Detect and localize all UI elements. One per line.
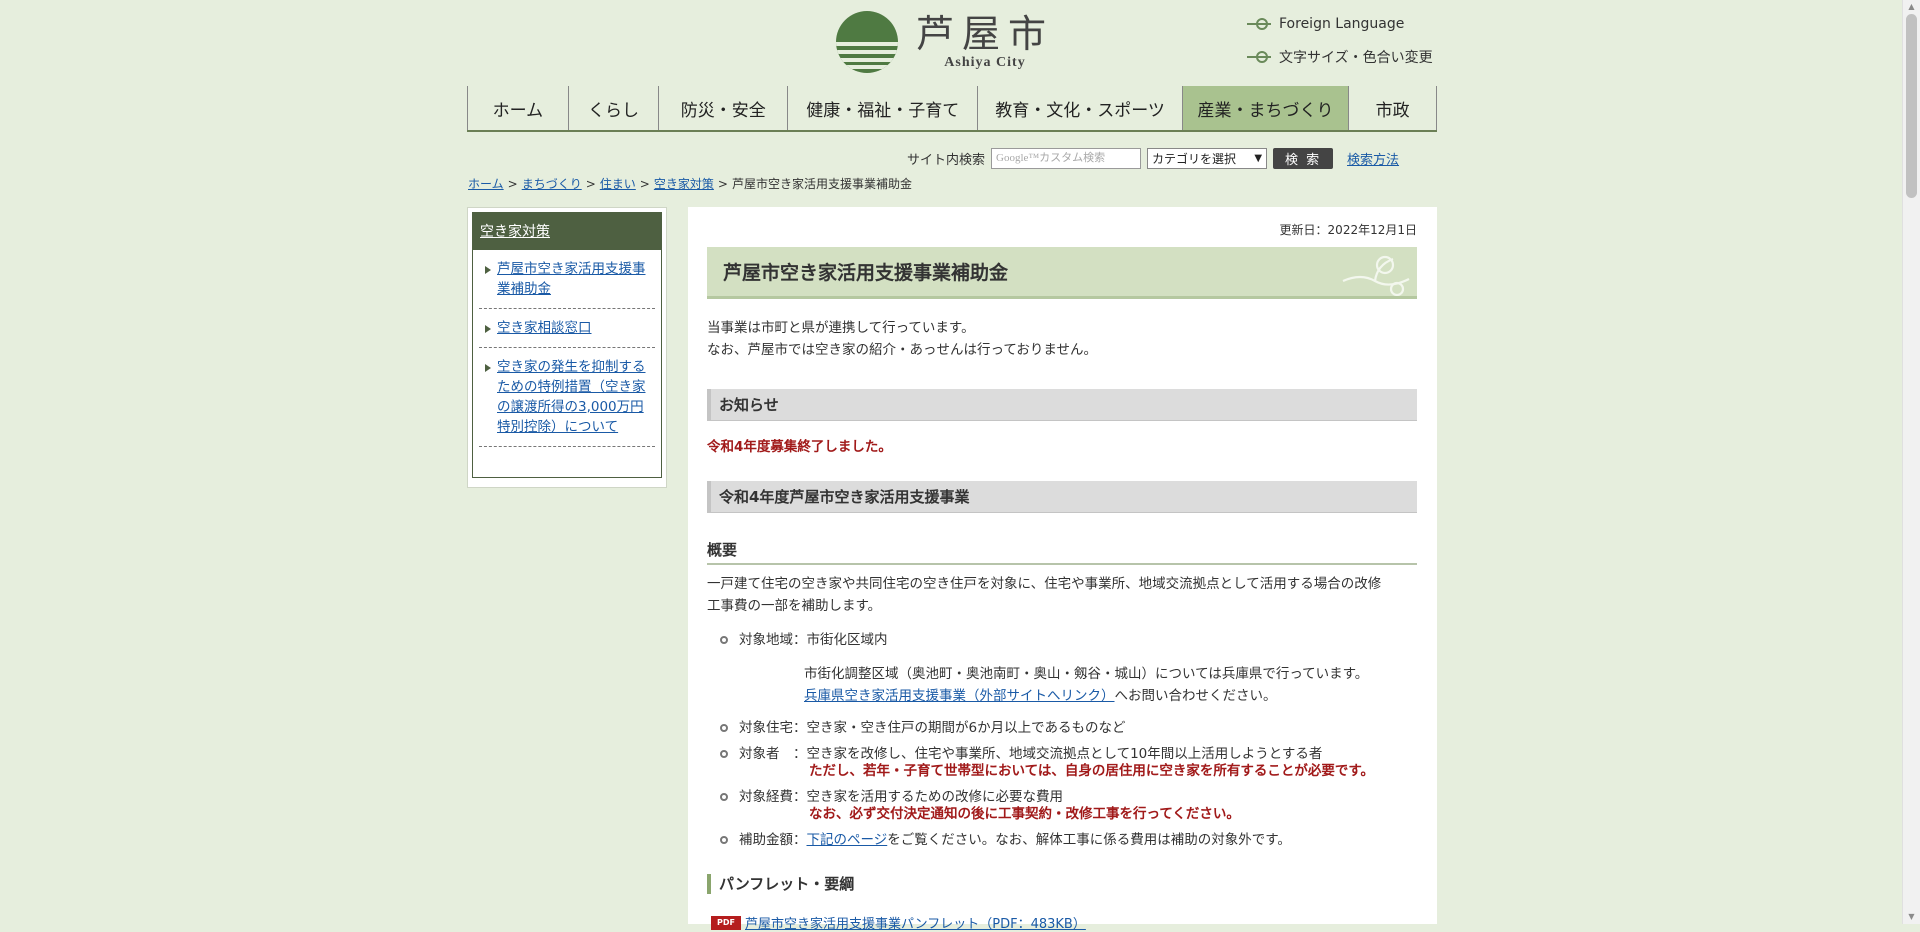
logo-japanese: 芦屋市 (916, 12, 1055, 56)
scroll-down-arrow-icon[interactable]: ▼ (1903, 910, 1920, 924)
pamphlet-link-text[interactable]: 芦屋市空き家活用支援事業パンフレット（PDF：483KB） (745, 913, 1086, 932)
sidebar-item-consultation-link[interactable]: 空き家相談窓口 (497, 320, 592, 336)
breadcrumb: ホーム > まちづくり > 住まい > 空き家対策 > 芦屋市空き家活用支援事業補助金 (468, 177, 912, 191)
section-heading: 令和4年度芦屋市空き家活用支援事業 (707, 481, 1417, 513)
search-label: サイト内検索 (907, 153, 986, 168)
updated-date: 更新日：2022年12月1日 (1279, 223, 1417, 237)
search-help-link[interactable]: 検索方法 (1347, 149, 1399, 168)
search-button[interactable]: 検 索 (1273, 148, 1334, 169)
text-size-label: 文字サイズ・色合い変更 (1279, 50, 1433, 66)
amount-prefix: 補助金額： (739, 832, 807, 848)
notice-text: 令和4年度募集終了しました。 (707, 439, 892, 455)
nav-health[interactable]: 健康・福祉・子育て (787, 86, 977, 130)
sidebar: 空き家対策 芦屋市空き家活用支援事業補助金 空き家相談窓口 空き家の発生を抑制す… (467, 207, 667, 488)
sidebar-item-consultation: 空き家相談窓口 (479, 309, 655, 348)
leaf-bullet-icon (1247, 17, 1271, 31)
scrollbar-thumb[interactable] (1906, 14, 1917, 198)
list-item-amount: 補助金額：下記のページをご覧ください。なお、解体工事に係る費用は補助の対象外です… (720, 832, 1291, 849)
breadcrumb-housing[interactable]: 住まい (600, 177, 636, 191)
nav-living[interactable]: くらし (567, 86, 659, 130)
sidebar-title: 空き家対策 (472, 212, 662, 250)
site-logo[interactable]: 芦屋市 Ashiya City (836, 10, 1054, 74)
logo-english: Ashiya City (944, 55, 1026, 70)
chevron-down-icon: ▼ (1254, 153, 1263, 164)
amount-link[interactable]: 下記のページ (807, 832, 888, 848)
area-label: 対象地域：市街化区域内 (739, 632, 888, 648)
sidebar-item-subsidy-link[interactable]: 芦屋市空き家活用支援事業補助金 (497, 261, 646, 297)
nav-home[interactable]: ホーム (467, 86, 568, 130)
list-item-housing: 対象住宅：空き家・空き住戸の期間が6か月以上であるものなど (720, 720, 1125, 737)
category-select[interactable]: カテゴリを選択 ▼ (1147, 148, 1268, 169)
pamphlet-pdf-link[interactable]: PDF 芦屋市空き家活用支援事業パンフレット（PDF：483KB） (711, 913, 1086, 932)
breadcrumb-home[interactable]: ホーム (468, 177, 504, 191)
nav-industry[interactable]: 産業・まちづくり (1181, 86, 1349, 130)
sidebar-item-subsidy: 芦屋市空き家活用支援事業補助金 (479, 250, 655, 309)
text-size-color-link[interactable]: 文字サイズ・色合い変更 (1247, 47, 1433, 67)
notice-heading: お知らせ (707, 389, 1417, 421)
sidebar-item-tax-deduction: 空き家の発生を抑制するための特例措置（空き家の譲渡所得の3,000万円特別控除）… (479, 348, 655, 447)
overview-line-1: 一戸建て住宅の空き家や共同住宅の空き住戸を対象に、住宅や事業所、地域交流拠点とし… (707, 576, 1382, 592)
area-note: 市街化調整区域（奥池町・奥池南町・奥山・剱谷・城山）については兵庫県で行っていま… (804, 663, 1368, 707)
leaf-bullet-icon (1247, 50, 1271, 64)
overview-line-2: 工事費の一部を補助します。 (707, 598, 882, 614)
foreign-language-label: Foreign Language (1279, 16, 1405, 32)
intro-line-1: 当事業は市町と県が連携して行っています。 (707, 320, 975, 336)
city-emblem-icon (836, 11, 898, 73)
intro-text: 当事業は市町と県が連携して行っています。 なお、芦屋市では空き家の紹介・あっせん… (707, 317, 1097, 361)
list-item-area: 対象地域：市街化区域内 (720, 632, 888, 649)
nav-safety[interactable]: 防災・安全 (658, 86, 787, 130)
page-title: 芦屋市空き家活用支援事業補助金 (707, 247, 1417, 299)
pamphlet-heading: パンフレット・要綱 (707, 874, 854, 894)
global-nav: ホーム くらし 防災・安全 健康・福祉・子育て 教育・文化・スポーツ 産業・まち… (467, 86, 1437, 132)
breadcrumb-vacant-houses[interactable]: 空き家対策 (654, 177, 714, 191)
overview-text: 一戸建て住宅の空き家や共同住宅の空き住戸を対象に、住宅や事業所、地域交流拠点とし… (707, 573, 1381, 617)
search-input[interactable]: Google™カスタム検索 (991, 148, 1142, 169)
main-content: 更新日：2022年12月1日 芦屋市空き家活用支援事業補助金 当事業は市町と県が… (688, 207, 1437, 932)
area-note-line: 市街化調整区域（奥池町・奥池南町・奥山・剱谷・城山）については兵庫県で行っていま… (804, 666, 1369, 682)
hyogo-external-link[interactable]: 兵庫県空き家活用支援事業（外部サイトへリンク） (804, 688, 1115, 704)
cost-note: なお、必ず交付決定通知の後に工事契約・改修工事を行ってください。 (809, 806, 1240, 822)
sidebar-title-link[interactable]: 空き家対策 (480, 221, 550, 241)
overview-heading: 概要 (707, 539, 1417, 565)
leaf-ornament-icon (1342, 255, 1410, 296)
intro-line-2: なお、芦屋市では空き家の紹介・あっせんは行っておりません。 (707, 342, 1098, 358)
area-link-suffix: へお問い合わせください。 (1114, 688, 1277, 704)
breadcrumb-current: 芦屋市空き家活用支援事業補助金 (731, 177, 912, 191)
housing-text: 対象住宅：空き家・空き住戸の期間が6か月以上であるものなど (739, 720, 1126, 736)
category-select-value: カテゴリを選択 (1152, 152, 1237, 166)
nav-city-admin[interactable]: 市政 (1348, 86, 1437, 130)
pdf-icon: PDF (711, 915, 741, 930)
person-note: ただし、若年・子育て世帯型においては、自身の居住用に空き家を所有することが必要で… (809, 763, 1374, 779)
page-title-text: 芦屋市空き家活用支援事業補助金 (723, 262, 1009, 284)
amount-suffix: をご覧ください。なお、解体工事に係る費用は補助の対象外です。 (887, 832, 1291, 848)
cost-text: 対象経費：空き家を活用するための改修に必要な費用 (739, 789, 1063, 805)
foreign-language-link[interactable]: Foreign Language (1247, 16, 1404, 32)
site-search: サイト内検索 Google™カスタム検索 カテゴリを選択 ▼ 検 索 検索方法 (907, 148, 1399, 169)
person-text: 対象者 ：空き家を改修し、住宅や事業所、地域交流拠点として10年間以上活用しよう… (739, 746, 1323, 762)
page-scrollbar[interactable]: ▲ ▼ (1902, 0, 1920, 924)
sidebar-item-tax-deduction-link[interactable]: 空き家の発生を抑制するための特例措置（空き家の譲渡所得の3,000万円特別控除）… (497, 359, 646, 435)
scroll-up-arrow-icon[interactable]: ▲ (1903, 0, 1920, 14)
list-item-cost: 対象経費：空き家を活用するための改修に必要な費用 なお、必ず交付決定通知の後に工… (720, 789, 1240, 823)
list-item-person: 対象者 ：空き家を改修し、住宅や事業所、地域交流拠点として10年間以上活用しよう… (720, 746, 1374, 780)
breadcrumb-machizukuri[interactable]: まちづくり (522, 177, 582, 191)
nav-education[interactable]: 教育・文化・スポーツ (977, 86, 1181, 130)
